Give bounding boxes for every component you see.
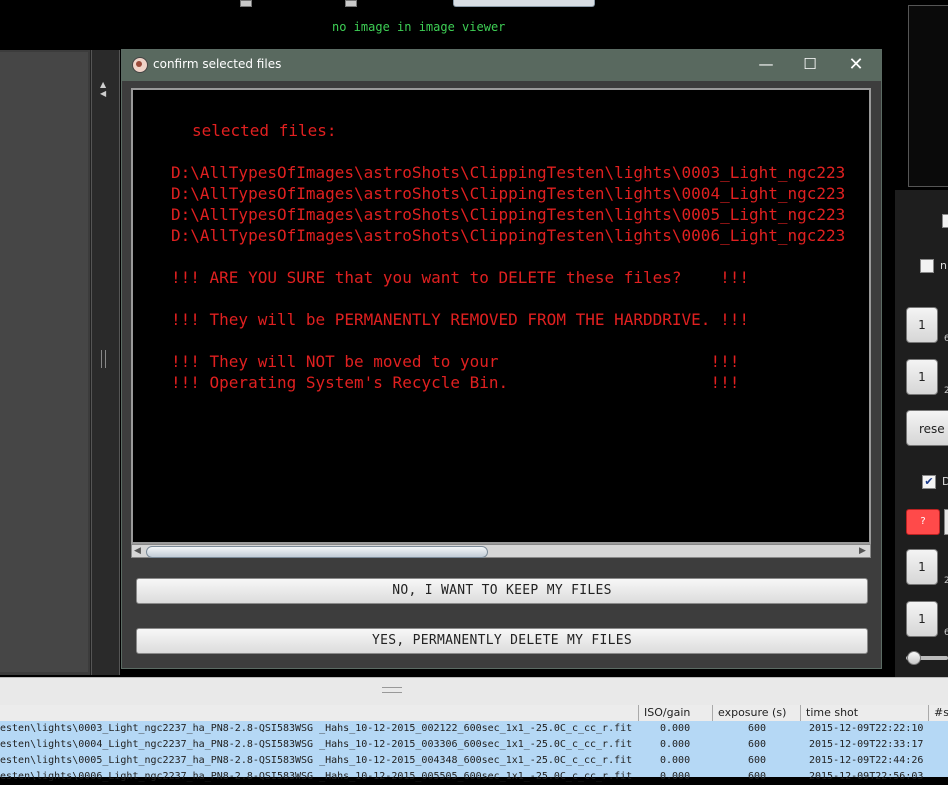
file-path-line: D:\AllTypesOfImages\astroShots\ClippingT… xyxy=(171,226,846,245)
help-button[interactable]: ? xyxy=(906,509,940,535)
preview-area xyxy=(908,5,948,187)
column-header-iso[interactable]: ISO/gain xyxy=(638,705,712,721)
time-cell: 2015-12-09T22:22:10 xyxy=(809,723,924,734)
confirm-dialog: confirm selected files — ☐ ✕ selected fi… xyxy=(121,49,882,669)
spinner-value[interactable]: 1 xyxy=(906,549,938,585)
spinner-suffix: 6 xyxy=(944,628,948,638)
selected-files-heading: selected files: xyxy=(192,121,337,140)
checkmark-icon[interactable]: ✔ xyxy=(922,475,936,489)
file-table-header: ISO/gain exposure (s) time shot #s xyxy=(0,705,948,722)
left-panel-content xyxy=(0,52,88,672)
time-cell: 2015-12-09T22:33:17 xyxy=(809,739,924,750)
iso-cell: 0.000 xyxy=(660,723,691,734)
option-checkbox[interactable] xyxy=(942,214,948,228)
file-cell: esten\lights\0006_Light_ngc2237_ha_PN8-2… xyxy=(0,771,633,782)
table-row[interactable]: esten\lights\0004_Light_ngc2237_ha_PN8-2… xyxy=(0,737,948,753)
horizontal-scrollbar[interactable]: ◀ ▶ xyxy=(131,544,871,558)
iso-cell: 0.000 xyxy=(660,771,691,782)
collapse-arrows-icon[interactable]: ▲ ◀ xyxy=(100,80,106,98)
scrollbar-thumb[interactable] xyxy=(146,546,488,558)
spinner-suffix: 6 xyxy=(944,334,948,344)
dialog-titlebar[interactable]: confirm selected files — ☐ ✕ xyxy=(122,50,881,81)
top-checkbox[interactable] xyxy=(240,0,252,7)
close-icon[interactable]: ✕ xyxy=(834,50,878,81)
spinner-value[interactable]: 1 xyxy=(906,601,938,637)
time-cell: 2015-12-09T22:56:03 xyxy=(809,771,924,782)
file-cell: esten\lights\0004_Light_ngc2237_ha_PN8-2… xyxy=(0,739,633,750)
app-icon xyxy=(132,57,148,73)
scroll-left-icon[interactable]: ◀ xyxy=(134,545,141,557)
option-checkbox[interactable] xyxy=(920,259,934,273)
exposure-cell: 600 xyxy=(748,739,767,750)
table-row[interactable]: esten\lights\0006_Light_ngc2237_ha_PN8-2… xyxy=(0,769,948,785)
scroll-right-icon[interactable]: ▶ xyxy=(859,545,866,557)
warning-line: !!! They will be PERMANENTLY REMOVED FRO… xyxy=(171,310,749,329)
splitter-grip-icon[interactable] xyxy=(101,350,106,368)
option-label: D xyxy=(942,475,948,488)
file-path-line: D:\AllTypesOfImages\astroShots\ClippingT… xyxy=(171,163,846,182)
slider-knob[interactable] xyxy=(907,651,921,665)
top-dropdown[interactable] xyxy=(453,0,595,7)
top-toolbar: no image in image viewer xyxy=(0,0,893,50)
option-label: n xyxy=(940,259,947,272)
keep-files-button[interactable]: NO, I WANT TO KEEP MY FILES xyxy=(136,578,868,604)
side-button[interactable] xyxy=(944,509,948,535)
file-table: esten\lights\0003_Light_ngc2237_ha_PN8-2… xyxy=(0,721,948,782)
maximize-icon[interactable]: ☐ xyxy=(788,50,832,81)
spinner-suffix: 2 xyxy=(944,576,948,586)
file-path-line: D:\AllTypesOfImages\astroShots\ClippingT… xyxy=(171,205,846,224)
message-text-area[interactable]: selected files: D:\AllTypesOfImages\astr… xyxy=(131,88,871,544)
file-path-line: D:\AllTypesOfImages\astroShots\ClippingT… xyxy=(171,184,846,203)
time-cell: 2015-12-09T22:44:26 xyxy=(809,755,924,766)
exposure-cell: 600 xyxy=(748,755,767,766)
table-row[interactable]: esten\lights\0005_Light_ngc2237_ha_PN8-2… xyxy=(0,753,948,769)
spinner-value[interactable]: 1 xyxy=(906,359,938,395)
file-cell: esten\lights\0003_Light_ngc2237_ha_PN8-2… xyxy=(0,723,633,734)
warning-line: !!! ARE YOU SURE that you want to DELETE… xyxy=(171,268,749,287)
divider-grip-icon[interactable] xyxy=(382,687,402,693)
iso-cell: 0.000 xyxy=(660,739,691,750)
bottom-divider[interactable] xyxy=(0,677,948,708)
exposure-cell: 600 xyxy=(748,771,767,782)
warning-line: !!! Operating System's Recycle Bin. !!! xyxy=(171,373,740,392)
column-header-extra[interactable]: #s xyxy=(928,705,948,721)
column-header-exposure[interactable]: exposure (s) xyxy=(712,705,800,721)
column-header-time[interactable]: time shot xyxy=(800,705,928,721)
warning-line: !!! They will NOT be moved to your !!! xyxy=(171,352,740,371)
spinner-suffix: 2 xyxy=(944,386,948,396)
file-cell: esten\lights\0005_Light_ngc2237_ha_PN8-2… xyxy=(0,755,633,766)
top-checkbox[interactable] xyxy=(345,0,357,7)
minimize-icon[interactable]: — xyxy=(744,50,788,81)
reset-button[interactable]: rese xyxy=(906,410,948,446)
delete-files-button[interactable]: YES, PERMANENTLY DELETE MY FILES xyxy=(136,628,868,654)
exposure-cell: 600 xyxy=(748,723,767,734)
table-row[interactable]: esten\lights\0003_Light_ngc2237_ha_PN8-2… xyxy=(0,721,948,737)
spinner-value[interactable]: 1 xyxy=(906,307,938,343)
iso-cell: 0.000 xyxy=(660,755,691,766)
image-viewer-status: no image in image viewer xyxy=(332,20,506,34)
message-content: selected files: D:\AllTypesOfImages\astr… xyxy=(133,90,869,542)
dialog-title: confirm selected files xyxy=(153,57,282,71)
